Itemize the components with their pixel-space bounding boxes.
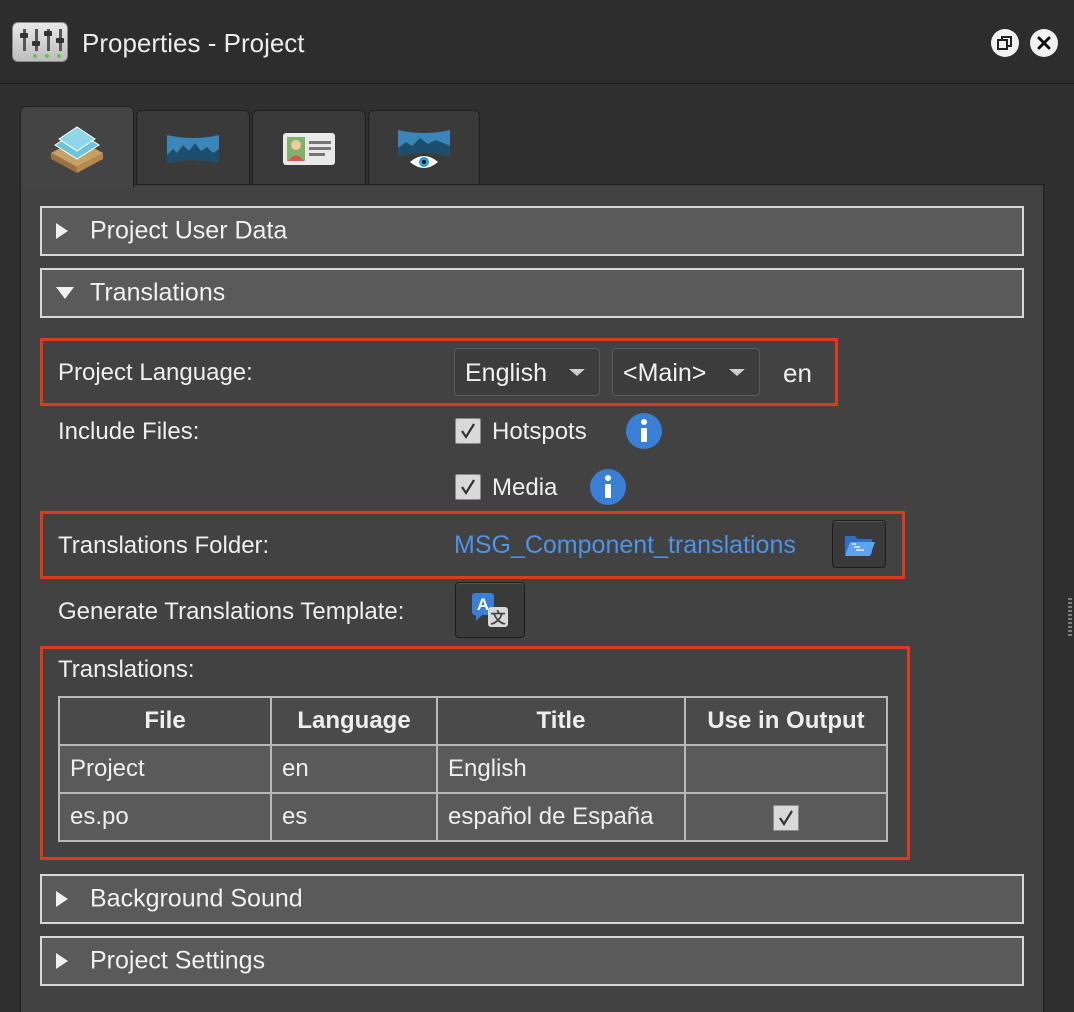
tab-viewer[interactable] xyxy=(368,110,480,186)
window-title: Properties - Project xyxy=(82,28,305,58)
variant-select-value: <Main> xyxy=(623,359,707,387)
hotspots-label: Hotspots xyxy=(492,418,587,445)
tab-user-info[interactable] xyxy=(252,110,366,186)
cell-title: English xyxy=(436,744,686,794)
translate-icon: A 文 xyxy=(472,593,508,627)
title-bar: Properties - Project xyxy=(0,0,1074,84)
chevron-down-icon xyxy=(569,369,585,376)
table-row[interactable]: Project en English xyxy=(58,744,888,794)
checkmark-icon xyxy=(779,810,793,826)
column-header-language[interactable]: Language xyxy=(270,696,438,746)
cell-title: español de España xyxy=(436,792,686,842)
section-background-sound[interactable]: Background Sound xyxy=(40,874,1024,924)
close-icon[interactable] xyxy=(1030,29,1058,57)
mixer-sliders-icon xyxy=(12,22,68,62)
language-select[interactable]: English xyxy=(454,348,600,396)
section-project-settings[interactable]: Project Settings xyxy=(40,936,1024,986)
column-header-use-in-output[interactable]: Use in Output xyxy=(684,696,888,746)
collapse-arrow-icon xyxy=(56,287,74,299)
info-icon[interactable] xyxy=(626,413,662,449)
project-stack-icon xyxy=(51,125,103,173)
column-header-title[interactable]: Title xyxy=(436,696,686,746)
include-files-label: Include Files: xyxy=(58,418,200,445)
expand-arrow-icon xyxy=(56,223,68,239)
translations-folder-label: Translations Folder: xyxy=(58,532,270,559)
checkmark-icon xyxy=(461,479,475,496)
section-label: Project Settings xyxy=(90,946,266,975)
section-label: Translations xyxy=(90,278,226,307)
chevron-down-icon xyxy=(729,369,745,376)
cell-file: Project xyxy=(58,744,272,794)
variant-select[interactable]: <Main> xyxy=(612,348,760,396)
generate-template-button[interactable]: A 文 xyxy=(455,582,525,638)
cell-file: es.po xyxy=(58,792,272,842)
svg-text:文: 文 xyxy=(490,609,506,627)
hotspots-checkbox[interactable] xyxy=(455,418,481,444)
user-card-icon xyxy=(283,132,335,165)
folder-open-icon xyxy=(845,536,875,556)
expand-arrow-icon xyxy=(56,953,68,969)
browse-folder-button[interactable] xyxy=(832,520,886,568)
resize-grip[interactable] xyxy=(1068,598,1072,638)
section-project-user-data[interactable]: Project User Data xyxy=(40,206,1024,256)
tab-project[interactable] xyxy=(20,106,134,188)
cell-use-in-output xyxy=(684,792,888,842)
cell-use-in-output xyxy=(684,744,888,794)
language-code: en xyxy=(783,358,812,388)
cell-language: en xyxy=(270,744,438,794)
panorama-icon xyxy=(167,134,219,163)
expand-arrow-icon xyxy=(56,891,68,907)
svg-text:A: A xyxy=(477,595,489,614)
generate-template-label: Generate Translations Template: xyxy=(58,598,405,625)
section-label: Project User Data xyxy=(90,216,288,245)
tab-panorama[interactable] xyxy=(136,110,250,186)
translations-table: File Language Title Use in Output Projec… xyxy=(58,696,888,842)
section-translations[interactable]: Translations xyxy=(40,268,1024,318)
column-header-file[interactable]: File xyxy=(58,696,272,746)
section-label: Background Sound xyxy=(90,884,303,913)
info-icon[interactable] xyxy=(590,469,626,505)
restore-icon[interactable] xyxy=(991,29,1019,57)
translations-folder-link[interactable]: MSG_Component_translations xyxy=(454,531,796,560)
project-language-label: Project Language: xyxy=(58,359,253,386)
table-header-row: File Language Title Use in Output xyxy=(58,696,888,746)
translations-table-label: Translations: xyxy=(58,656,195,683)
language-select-value: English xyxy=(465,359,547,387)
media-checkbox[interactable] xyxy=(455,474,481,500)
table-row[interactable]: es.po es español de España xyxy=(58,792,888,842)
checkmark-icon xyxy=(461,423,475,440)
cell-language: es xyxy=(270,792,438,842)
use-in-output-checkbox[interactable] xyxy=(773,804,799,831)
panorama-view-icon xyxy=(398,129,450,168)
media-label: Media xyxy=(492,474,558,501)
